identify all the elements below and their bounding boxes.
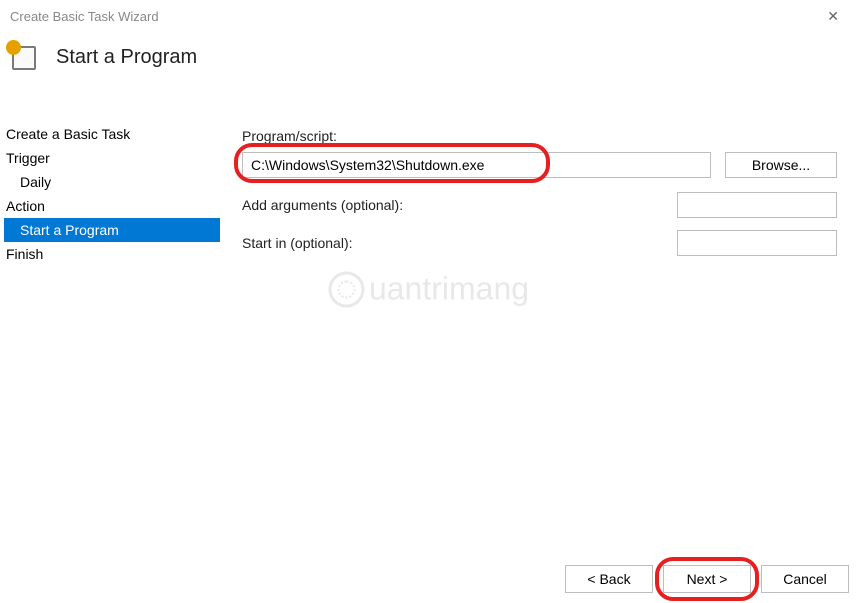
wizard-steps-sidebar: Create a Basic Task Trigger Daily Action… [0, 122, 220, 555]
main-panel: Program/script: Browse... Add arguments … [220, 122, 857, 555]
program-script-label: Program/script: [242, 128, 337, 144]
window-title: Create Basic Task Wizard [10, 9, 159, 24]
sidebar-item-create-basic-task[interactable]: Create a Basic Task [4, 122, 220, 146]
sidebar-item-action[interactable]: Action [4, 194, 220, 218]
browse-button[interactable]: Browse... [725, 152, 837, 178]
add-arguments-input[interactable] [677, 192, 837, 218]
sidebar-item-finish[interactable]: Finish [4, 242, 220, 266]
task-scheduler-icon [8, 42, 38, 72]
sidebar-item-start-a-program[interactable]: Start a Program [4, 218, 220, 242]
wizard-header: Start a Program [0, 32, 857, 90]
cancel-button[interactable]: Cancel [761, 565, 849, 593]
program-script-input[interactable] [242, 152, 711, 178]
page-title: Start a Program [56, 46, 197, 69]
sidebar-item-daily[interactable]: Daily [4, 170, 220, 194]
wizard-footer: < Back Next > Cancel [0, 555, 857, 603]
back-button[interactable]: < Back [565, 565, 653, 593]
add-arguments-label: Add arguments (optional): [242, 197, 403, 213]
next-button[interactable]: Next > [663, 565, 751, 593]
content-area: Create a Basic Task Trigger Daily Action… [0, 122, 857, 555]
start-in-input[interactable] [677, 230, 837, 256]
sidebar-item-trigger[interactable]: Trigger [4, 146, 220, 170]
titlebar: Create Basic Task Wizard ✕ [0, 0, 857, 32]
close-icon[interactable]: ✕ [819, 4, 847, 29]
start-in-label: Start in (optional): [242, 235, 353, 251]
